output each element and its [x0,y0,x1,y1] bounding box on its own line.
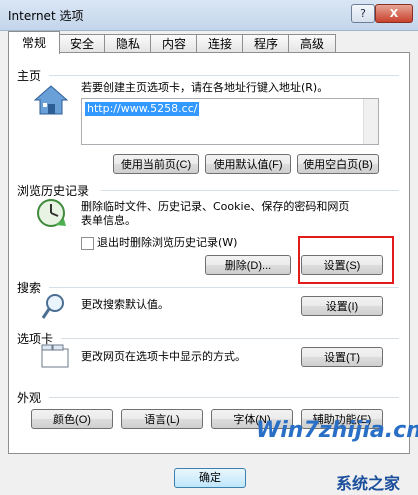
help-button[interactable]: ? [351,4,375,23]
use-default-button[interactable]: 使用默认值(F) [205,154,291,174]
homepage-description: 若要创建主页选项卡，请在各地址行键入地址(R)。 [81,81,329,94]
tab-advanced[interactable]: 高级 [288,34,336,53]
tab-general[interactable]: 常规 [8,31,60,54]
general-tab-panel: 主页 若要创建主页选项卡，请在各地址行键入地址(R)。 http://www.5… [8,52,410,454]
colors-button[interactable]: 颜色(O) [31,409,113,429]
delete-on-exit-checkbox[interactable] [81,237,94,250]
history-description-line2: 表单信息。 [81,214,136,227]
appearance-section-label: 外观 [17,391,42,405]
history-description-line1: 删除临时文件、历史记录、Cookie、保存的密码和网页 [81,200,350,213]
search-description: 更改搜索默认值。 [81,298,169,311]
tab-programs[interactable]: 程序 [242,34,290,53]
use-blank-button[interactable]: 使用空白页(B) [297,154,379,174]
tab-content[interactable]: 内容 [150,34,198,53]
homepage-section-label: 主页 [17,69,42,83]
watermark-brand-text: 系统之家 [336,474,401,493]
tabs-description: 更改网页在选项卡中显示的方式。 [81,350,246,363]
search-icon [41,294,64,319]
homepage-address-input[interactable]: http://www.5258.cc/ [81,98,379,145]
highlight-box [298,236,394,284]
search-settings-button[interactable]: 设置(I) [301,296,383,316]
search-section-label: 搜索 [17,281,42,295]
home-icon [34,85,68,115]
ok-button[interactable]: 确定 [174,468,246,488]
history-section-label: 浏览历史记录 [17,184,90,198]
homepage-scrollbar[interactable] [363,99,378,144]
title-bar: Internet 选项 ? X [0,0,418,31]
history-clock-icon [37,199,66,227]
languages-button[interactable]: 语言(L) [121,409,203,429]
tab-connections[interactable]: 连接 [196,34,244,53]
window-title: Internet 选项 [8,9,84,23]
homepage-url: http://www.5258.cc/ [85,102,200,116]
delete-history-button[interactable]: 删除(D)... [205,255,291,275]
search-divider [49,287,399,288]
tabs-settings-button[interactable]: 设置(T) [301,347,383,367]
tab-privacy[interactable]: 隐私 [104,34,152,53]
close-button[interactable]: X [375,4,413,23]
tabs-icon [41,344,69,368]
watermark-logo-text: Win7zhijia.cn [256,418,418,443]
history-divider [101,190,399,191]
delete-on-exit-label: 退出时删除浏览历史记录(W) [97,236,238,249]
use-current-button[interactable]: 使用当前页(C) [113,154,199,174]
appearance-divider [49,397,399,398]
tab-security[interactable]: 安全 [58,34,106,53]
homepage-divider [49,75,399,76]
tabs-divider [61,338,399,339]
